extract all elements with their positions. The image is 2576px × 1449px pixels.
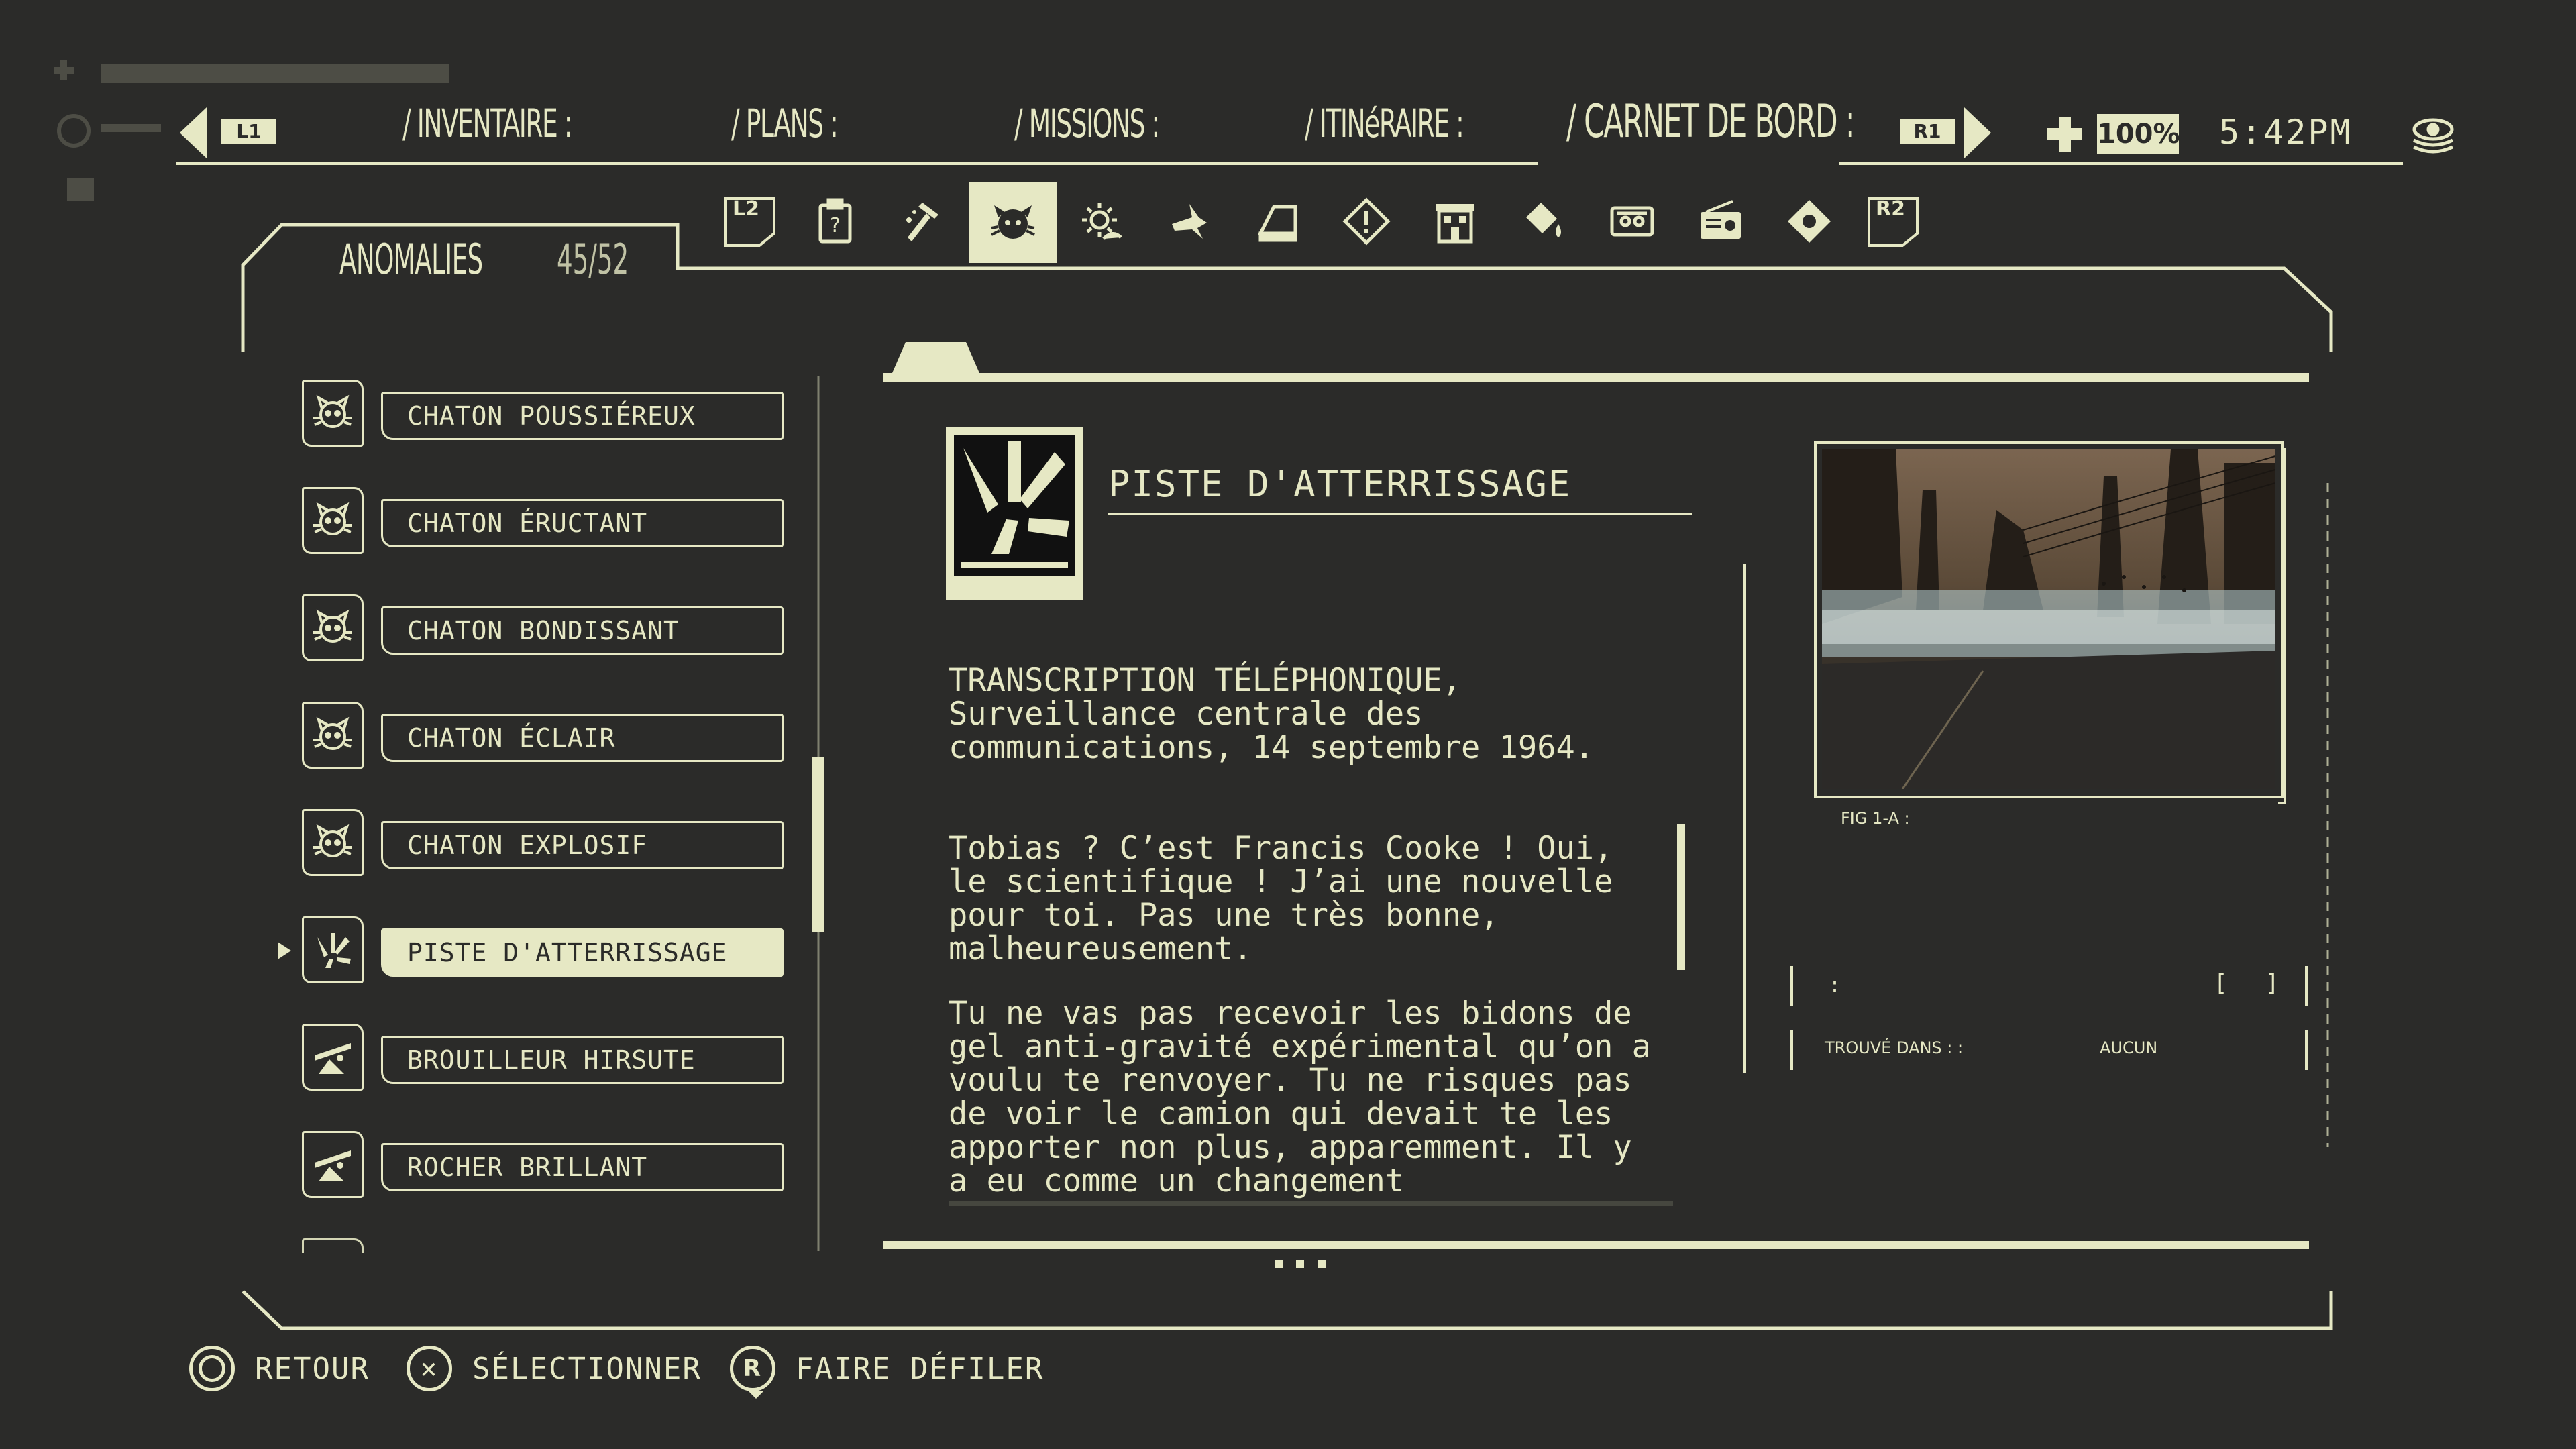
hammer-icon[interactable] <box>887 184 961 258</box>
landing-strip-large-icon <box>954 435 1075 576</box>
l2-bumper-tag[interactable]: L2 <box>723 196 777 248</box>
kitten-icon <box>302 380 364 447</box>
select-prompt[interactable]: ✕ SÉLECTIONNER <box>407 1342 702 1395</box>
selection-pointer-icon <box>278 942 291 959</box>
anomaly-kitten-icon[interactable] <box>969 182 1057 263</box>
building-icon[interactable] <box>1418 184 1492 258</box>
panel-count: 45/52 <box>557 235 629 284</box>
fig-label: FIG 1-A : <box>1841 809 1910 828</box>
cross-button-icon: ✕ <box>407 1346 452 1391</box>
svg-text:?: ? <box>830 214 841 237</box>
detail-body-paragraph-2: Tu ne vas pas recevoir les bidons de gel… <box>949 995 1651 1199</box>
list-item-label: CHATON POUSSIÉREUX <box>381 392 784 440</box>
list-item-label: CHATON ÉCLAIR <box>381 714 784 762</box>
warning-diamond-icon[interactable] <box>1330 184 1403 258</box>
back-prompt-label: RETOUR <box>255 1351 370 1386</box>
kitten-icon <box>302 487 364 554</box>
radio-icon[interactable] <box>1684 184 1758 258</box>
list-item[interactable]: CHATON ÉCLAIR <box>302 702 785 769</box>
detail-title: PISTE D'ATTERRISSAGE <box>1108 463 1572 505</box>
back-prompt[interactable]: RETOUR <box>189 1342 370 1395</box>
list-item-partial <box>302 1238 364 1253</box>
list-item[interactable]: CHATON POUSSIÉREUX <box>302 380 785 447</box>
list-item-label: ROCHER BRILLANT <box>381 1143 784 1191</box>
detail-icon-card <box>946 427 1083 600</box>
detail-body-header: TRANSCRIPTION TÉLÉPHONIQUE, Surveillance… <box>949 662 1595 766</box>
list-item[interactable]: BROUILLEUR HIRSUTE <box>302 1024 785 1091</box>
panel-title: ANOMALIES <box>339 235 483 284</box>
list-item-selected[interactable]: PISTE D'ATTERRISSAGE <box>278 916 785 983</box>
circle-button-icon <box>189 1346 235 1391</box>
anomaly-photo-frame <box>1814 441 2284 798</box>
list-item[interactable]: CHATON BONDISSANT <box>302 594 785 661</box>
bird-icon[interactable] <box>1152 184 1226 258</box>
select-prompt-label: SÉLECTIONNER <box>472 1351 702 1386</box>
list-item[interactable]: CHATON EXPLOSIF <box>302 809 785 876</box>
info-row-label: : <box>1829 974 1841 998</box>
list-item-label: CHATON BONDISSANT <box>381 606 784 655</box>
scroll-prompt-label: FAIRE DÉFILER <box>796 1351 1044 1386</box>
sun-icon[interactable] <box>1064 184 1138 258</box>
scroll-prompt[interactable]: R FAIRE DÉFILER <box>730 1342 1044 1399</box>
r2-label: R2 <box>1876 197 1905 221</box>
book-icon[interactable] <box>1241 184 1315 258</box>
list-item-label: CHATON ÉRUCTANT <box>381 499 784 547</box>
list-item-label: BROUILLEUR HIRSUTE <box>381 1036 784 1084</box>
anomaly-photo <box>1822 449 2275 789</box>
right-stick-icon: R <box>730 1346 775 1399</box>
kitten-icon <box>302 594 364 661</box>
found-in-value: AUCUN <box>2100 1038 2158 1057</box>
list-item-label: PISTE D'ATTERRISSAGE <box>381 928 784 977</box>
found-in-label: TROUVÉ DANS : : <box>1825 1038 1964 1057</box>
kitten-icon <box>302 702 364 769</box>
info-row-brackets: [ ] <box>2214 970 2292 997</box>
landing-strip-icon <box>302 916 364 983</box>
photo-shadow-edge <box>2278 448 2286 804</box>
r2-bumper-tag[interactable]: R2 <box>1866 196 1920 248</box>
kitten-icon <box>302 809 364 876</box>
clipboard-icon[interactable]: ? <box>798 184 872 258</box>
location-diamond-icon[interactable] <box>1772 184 1846 258</box>
slope-icon <box>302 1131 364 1198</box>
paint-bucket-icon[interactable] <box>1507 184 1580 258</box>
detail-body-paragraph-1: Tobias ? C’est Francis Cooke ! Oui, le s… <box>949 830 1613 967</box>
l2-label: L2 <box>733 197 759 221</box>
list-item[interactable]: CHATON ÉRUCTANT <box>302 487 785 554</box>
list-item-label: CHATON EXPLOSIF <box>381 821 784 869</box>
ticket-icon[interactable] <box>1595 184 1669 258</box>
list-item[interactable]: ROCHER BRILLANT <box>302 1131 785 1198</box>
slope-icon <box>302 1024 364 1091</box>
